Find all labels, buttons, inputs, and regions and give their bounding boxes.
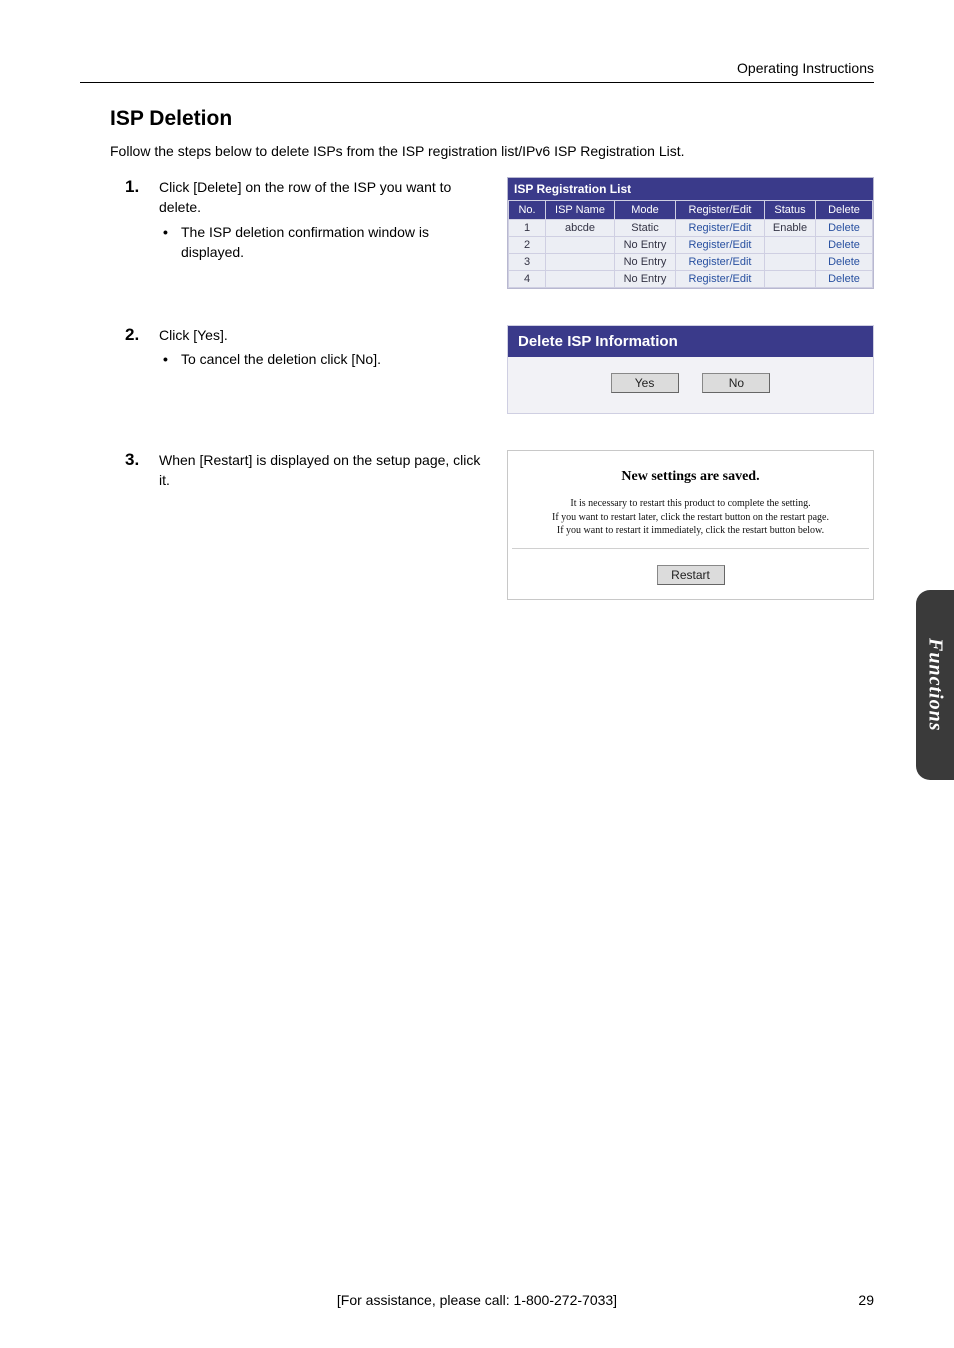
- bullet-dot: •: [159, 349, 181, 369]
- th-mode: Mode: [615, 201, 676, 220]
- th-name: ISP Name: [546, 201, 615, 220]
- step-2-number: 2.: [125, 325, 159, 345]
- yes-button[interactable]: Yes: [611, 373, 679, 393]
- isp-table: No. ISP Name Mode Register/Edit Status D…: [508, 200, 873, 288]
- cell-status: [765, 237, 816, 254]
- restart-note-line1: It is necessary to restart this product …: [570, 498, 810, 509]
- cell-mode: No Entry: [615, 254, 676, 271]
- footer: [For assistance, please call: 1-800-272-…: [80, 1292, 874, 1308]
- cell-name: [546, 237, 615, 254]
- cell-no: 3: [509, 254, 546, 271]
- restart-panel-inner: New settings are saved. It is necessary …: [512, 455, 869, 549]
- side-tab-label: Functions: [924, 638, 947, 731]
- restart-note-line3: If you want to restart it immediately, c…: [557, 525, 824, 536]
- cell-name: [546, 271, 615, 288]
- table-row: 3 No Entry Register/Edit Delete: [509, 254, 873, 271]
- cell-no: 4: [509, 271, 546, 288]
- restart-panel: New settings are saved. It is necessary …: [507, 450, 874, 600]
- delete-link[interactable]: Delete: [816, 271, 873, 288]
- step-2: 2. Click [Yes]. • To cancel the deletion…: [125, 325, 874, 414]
- delete-isp-panel: Delete ISP Information Yes No: [507, 325, 874, 414]
- register-edit-link[interactable]: Register/Edit: [676, 271, 765, 288]
- isp-table-header-row: No. ISP Name Mode Register/Edit Status D…: [509, 201, 873, 220]
- step-1-number: 1.: [125, 177, 159, 197]
- table-row: 1 abcde Static Register/Edit Enable Dele…: [509, 220, 873, 237]
- step-3-left: 3. When [Restart] is displayed on the se…: [125, 450, 495, 491]
- isp-registration-panel: ISP Registration List No. ISP Name Mode …: [507, 177, 874, 289]
- cell-name: [546, 254, 615, 271]
- restart-button-row: Restart: [508, 553, 873, 599]
- step-1-bullet-text: The ISP deletion confirmation window is …: [181, 222, 487, 263]
- step-3: 3. When [Restart] is displayed on the se…: [125, 450, 874, 600]
- header-rule: [80, 82, 874, 83]
- cell-status: [765, 254, 816, 271]
- cell-status: Enable: [765, 220, 816, 237]
- cell-no: 1: [509, 220, 546, 237]
- step-2-bullet: • To cancel the deletion click [No].: [159, 349, 495, 369]
- cell-mode: Static: [615, 220, 676, 237]
- step-1-right: ISP Registration List No. ISP Name Mode …: [495, 177, 874, 289]
- header-right: Operating Instructions: [80, 60, 874, 76]
- restart-button[interactable]: Restart: [657, 565, 725, 585]
- step-1-main: Click [Delete] on the row of the ISP you…: [159, 179, 451, 215]
- th-no: No.: [509, 201, 546, 220]
- settings-saved-text: New settings are saved.: [522, 469, 859, 485]
- bullet-dot: •: [159, 222, 181, 263]
- side-tab-functions: Functions: [916, 590, 954, 780]
- step-3-right: New settings are saved. It is necessary …: [495, 450, 874, 600]
- step-2-bullet-text: To cancel the deletion click [No].: [181, 349, 381, 369]
- th-delete: Delete: [816, 201, 873, 220]
- cell-mode: No Entry: [615, 237, 676, 254]
- delete-link[interactable]: Delete: [816, 254, 873, 271]
- delete-panel-buttons: Yes No: [508, 357, 873, 413]
- step-2-left: 2. Click [Yes]. • To cancel the deletion…: [125, 325, 495, 370]
- no-button[interactable]: No: [702, 373, 770, 393]
- table-row: 4 No Entry Register/Edit Delete: [509, 271, 873, 288]
- delete-link[interactable]: Delete: [816, 220, 873, 237]
- restart-note: It is necessary to restart this product …: [522, 497, 859, 538]
- section-title: ISP Deletion: [110, 107, 874, 131]
- cell-name: abcde: [546, 220, 615, 237]
- delete-panel-title: Delete ISP Information: [508, 326, 873, 357]
- page: Operating Instructions ISP Deletion Foll…: [0, 0, 954, 1348]
- step-2-right: Delete ISP Information Yes No: [495, 325, 874, 414]
- step-3-text: When [Restart] is displayed on the setup…: [159, 450, 495, 491]
- steps: 1. Click [Delete] on the row of the ISP …: [125, 177, 874, 600]
- restart-note-line2: If you want to restart later, click the …: [552, 512, 829, 523]
- register-edit-link[interactable]: Register/Edit: [676, 220, 765, 237]
- cell-mode: No Entry: [615, 271, 676, 288]
- step-2-text: Click [Yes]. • To cancel the deletion cl…: [159, 325, 495, 370]
- table-row: 2 No Entry Register/Edit Delete: [509, 237, 873, 254]
- th-reg: Register/Edit: [676, 201, 765, 220]
- step-1-left: 1. Click [Delete] on the row of the ISP …: [125, 177, 495, 262]
- step-3-number: 3.: [125, 450, 159, 470]
- step-2-main: Click [Yes].: [159, 327, 228, 343]
- section-intro: Follow the steps below to delete ISPs fr…: [110, 143, 874, 159]
- delete-link[interactable]: Delete: [816, 237, 873, 254]
- step-1-text: Click [Delete] on the row of the ISP you…: [159, 177, 495, 262]
- th-status: Status: [765, 201, 816, 220]
- register-edit-link[interactable]: Register/Edit: [676, 254, 765, 271]
- cell-status: [765, 271, 816, 288]
- step-3-main: When [Restart] is displayed on the setup…: [159, 452, 480, 488]
- footer-assistance: [For assistance, please call: 1-800-272-…: [80, 1292, 874, 1308]
- isp-panel-title: ISP Registration List: [508, 178, 873, 200]
- step-1: 1. Click [Delete] on the row of the ISP …: [125, 177, 874, 289]
- step-1-bullet: • The ISP deletion confirmation window i…: [159, 222, 495, 263]
- cell-no: 2: [509, 237, 546, 254]
- register-edit-link[interactable]: Register/Edit: [676, 237, 765, 254]
